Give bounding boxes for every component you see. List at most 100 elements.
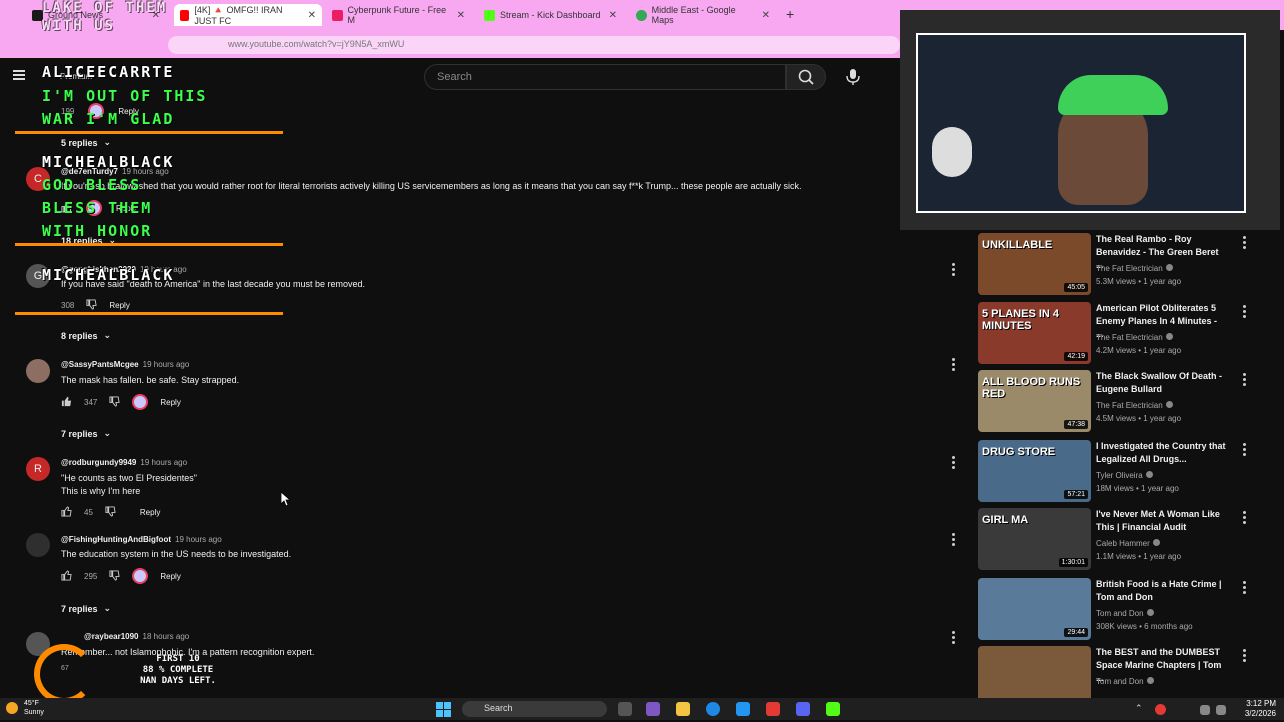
close-icon[interactable]: ✕ bbox=[609, 10, 617, 21]
kick-icon[interactable] bbox=[826, 702, 840, 716]
video-title[interactable]: I've Never Met A Woman Like This | Finan… bbox=[1096, 508, 1226, 534]
discord-icon[interactable] bbox=[796, 702, 810, 716]
comment-author[interactable]: @SassyPantsMcgee 19 hours ago bbox=[61, 360, 189, 369]
video-title[interactable]: I Investigated the Country that Legalize… bbox=[1096, 440, 1226, 466]
comment-author[interactable]: @rodburgundy9949 19 hours ago bbox=[61, 458, 187, 467]
channel-name[interactable]: The Fat Electrician bbox=[1096, 401, 1173, 410]
tab-kick-dashboard[interactable]: Stream - Kick Dashboard ✕ bbox=[478, 4, 623, 26]
comment-more-button[interactable] bbox=[950, 262, 956, 276]
video-thumbnail[interactable]: GIRL MA 1:30:01 bbox=[978, 508, 1091, 570]
replies-toggle[interactable]: 5 replies ⌄ bbox=[61, 137, 111, 148]
tray-app-icon[interactable] bbox=[1155, 704, 1166, 715]
task-view-icon[interactable] bbox=[618, 702, 632, 716]
avatar[interactable] bbox=[26, 359, 50, 383]
search-icon bbox=[798, 69, 814, 85]
recommended-video[interactable]: UNKILLABLE 45:05 The Real Rambo - Roy Bena… bbox=[978, 233, 1268, 295]
edge-icon[interactable] bbox=[706, 702, 720, 716]
comment-more-button[interactable] bbox=[950, 630, 956, 644]
video-title[interactable]: The Black Swallow Of Death - Eugene Bull… bbox=[1096, 370, 1226, 396]
volume-icon[interactable] bbox=[1216, 705, 1226, 715]
taskbar-search[interactable]: Search bbox=[462, 701, 607, 717]
app-icon[interactable] bbox=[766, 702, 780, 716]
reply-button[interactable]: Reply bbox=[140, 508, 160, 517]
chevron-down-icon: ⌄ bbox=[103, 330, 112, 340]
like-button[interactable] bbox=[61, 505, 72, 519]
chevron-down-icon: ⌄ bbox=[103, 428, 112, 438]
channel-label: Tom and Don bbox=[1096, 677, 1144, 686]
close-icon[interactable]: ✕ bbox=[457, 10, 465, 21]
handle-text: @raybear1090 bbox=[84, 632, 139, 641]
verified-icon bbox=[1145, 471, 1153, 478]
comment-author[interactable]: @raybear1090 18 hours ago bbox=[84, 632, 189, 641]
close-icon[interactable]: ✕ bbox=[308, 10, 316, 21]
tab-cyberpunk[interactable]: Cyberpunk Future - Free M ✕ bbox=[326, 4, 471, 26]
wifi-icon[interactable] bbox=[1200, 705, 1210, 715]
video-thumbnail[interactable]: DRUG STORE 57:21 bbox=[978, 440, 1091, 502]
weather-widget[interactable]: 45°F Sunny bbox=[24, 699, 44, 717]
like-button[interactable] bbox=[61, 396, 72, 409]
video-title[interactable]: British Food is a Hate Crime | Tom and D… bbox=[1096, 578, 1226, 604]
search-input[interactable]: Search bbox=[424, 64, 786, 90]
channel-name[interactable]: Tyler Oliveira bbox=[1096, 471, 1153, 480]
dislike-button[interactable] bbox=[86, 298, 97, 312]
like-button[interactable] bbox=[61, 569, 72, 583]
recommended-video[interactable]: GIRL MA 1:30:01 I've Never Met A Woman Lik… bbox=[978, 508, 1268, 570]
windows-start-button[interactable] bbox=[436, 702, 451, 717]
video-meta: 4.2M views • 1 year ago bbox=[1096, 346, 1182, 355]
video-more-button[interactable] bbox=[1241, 304, 1247, 318]
recommended-video[interactable]: 29:44 British Food is a Hate Crime | Tom … bbox=[978, 578, 1268, 640]
replies-toggle[interactable]: 7 replies ⌄ bbox=[61, 428, 111, 439]
video-thumbnail[interactable]: 29:44 bbox=[978, 578, 1091, 640]
video-thumbnail[interactable]: 5 PLANES IN 4 MINUTES 42:19 bbox=[978, 302, 1091, 364]
dislike-button[interactable] bbox=[109, 395, 120, 409]
close-icon[interactable]: ✕ bbox=[762, 10, 770, 21]
video-thumbnail[interactable]: UNKILLABLE 45:05 bbox=[978, 233, 1091, 295]
file-explorer-icon[interactable] bbox=[676, 702, 690, 716]
store-icon[interactable] bbox=[736, 702, 750, 716]
tray-overflow-icon[interactable]: ⌃ bbox=[1135, 703, 1143, 714]
menu-icon[interactable] bbox=[13, 70, 25, 82]
video-more-button[interactable] bbox=[1241, 510, 1247, 524]
recommended-video[interactable]: ALL BLOOD RUNS RED 47:38 The Black Swallow… bbox=[978, 370, 1268, 432]
overlay-divider bbox=[15, 131, 283, 134]
channel-name[interactable]: Caleb Hammer bbox=[1096, 539, 1160, 548]
search-button[interactable] bbox=[786, 64, 826, 90]
channel-name[interactable]: Tom and Don bbox=[1096, 609, 1154, 618]
video-thumbnail[interactable]: ALL BLOOD RUNS RED 47:38 bbox=[978, 370, 1091, 432]
new-tab-button[interactable]: + bbox=[786, 6, 794, 22]
avatar[interactable]: R bbox=[26, 457, 50, 481]
comment-more-button[interactable] bbox=[950, 455, 956, 469]
avatar[interactable] bbox=[26, 533, 50, 557]
tab-google-maps[interactable]: Middle East - Google Maps ✕ bbox=[630, 4, 776, 26]
windows-taskbar bbox=[0, 698, 1284, 720]
handle-text: @FishingHuntingAndBigfoot bbox=[61, 535, 171, 544]
url-field[interactable]: www.youtube.com/watch?v=jY9N5A_xmWU bbox=[168, 36, 900, 54]
taskbar-clock[interactable]: 3:12 PM 3/2/2026 bbox=[1234, 699, 1276, 719]
reply-button[interactable]: Reply bbox=[160, 572, 180, 581]
dislike-button[interactable] bbox=[109, 569, 120, 583]
verified-icon bbox=[1146, 609, 1154, 616]
video-meta: 18M views • 1 year ago bbox=[1096, 484, 1179, 493]
video-more-button[interactable] bbox=[1241, 235, 1247, 249]
reply-button[interactable]: Reply bbox=[160, 398, 180, 407]
video-more-button[interactable] bbox=[1241, 372, 1247, 386]
channel-name[interactable]: Tom and Don bbox=[1096, 677, 1154, 686]
comment-author[interactable]: @FishingHuntingAndBigfoot 19 hours ago bbox=[61, 535, 222, 544]
replies-toggle[interactable]: 7 replies ⌄ bbox=[61, 603, 111, 614]
tab-youtube-video[interactable]: [4K] 🔺 OMFG!! IRAN JUST FC ✕ bbox=[174, 4, 322, 26]
video-more-button[interactable] bbox=[1241, 442, 1247, 456]
recommended-video[interactable]: 5 PLANES IN 4 MINUTES 42:19 American Pilot… bbox=[978, 302, 1268, 364]
video-more-button[interactable] bbox=[1241, 580, 1247, 594]
copilot-icon[interactable] bbox=[646, 702, 660, 716]
video-more-button[interactable] bbox=[1241, 648, 1247, 662]
replies-toggle[interactable]: 8 replies ⌄ bbox=[61, 330, 111, 341]
dislike-button[interactable] bbox=[105, 505, 116, 519]
reply-button[interactable]: Reply bbox=[109, 301, 129, 310]
comment-text: The education system in the US needs to … bbox=[61, 549, 292, 559]
channel-name[interactable]: The Fat Electrician bbox=[1096, 264, 1173, 273]
comment-more-button[interactable] bbox=[950, 357, 956, 371]
recommended-video[interactable]: DRUG STORE 57:21 I Investigated the Countr… bbox=[978, 440, 1268, 502]
channel-name[interactable]: The Fat Electrician bbox=[1096, 333, 1173, 342]
comment-more-button[interactable] bbox=[950, 532, 956, 546]
voice-search-button[interactable] bbox=[842, 66, 864, 88]
